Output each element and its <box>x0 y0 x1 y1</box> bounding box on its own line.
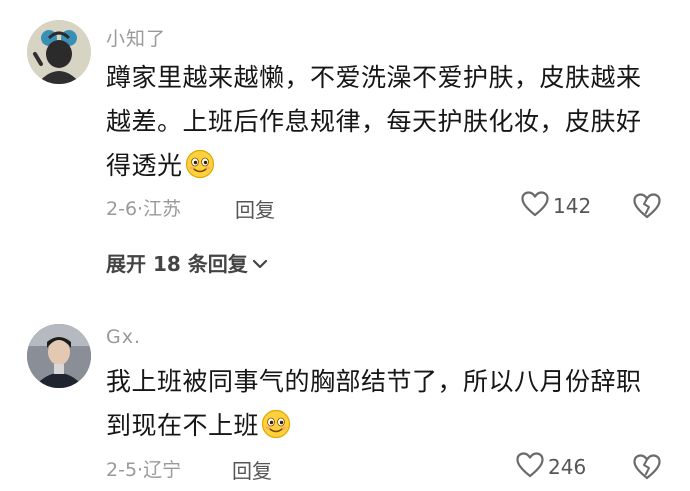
expand-replies-label: 展开 18 条回复 <box>106 252 248 276</box>
reply-button[interactable]: 回复 <box>232 455 272 484</box>
broken-heart-icon[interactable] <box>632 453 662 481</box>
like-count: 142 <box>553 194 592 218</box>
comment-item: 小知了 蹲家里越来越懒，不爱洗澡不爱护肤，皮肤越来越差。上班后作息规律，每天护肤… <box>0 0 690 300</box>
comment-meta: 2-5·辽宁 <box>106 455 181 482</box>
comment-author[interactable]: 小知了 <box>106 24 166 51</box>
avatar-photo <box>27 324 91 388</box>
chevron-down-icon <box>248 251 268 275</box>
comment-item: Gx. 我上班被同事气的胸部结节了，所以八月份辞职到现在不上班 2-5·辽宁 回… <box>0 300 690 491</box>
heart-outline-icon <box>521 191 549 221</box>
like-button[interactable]: 142 <box>521 191 591 221</box>
smiling-face-emoji-icon <box>261 409 291 439</box>
avatar-illustration <box>27 20 91 84</box>
comment-text: 蹲家里越来越懒，不爱洗澡不爱护肤，皮肤越来越差。上班后作息规律，每天护肤化妆，皮… <box>106 56 666 188</box>
comment-date: 2-6 <box>106 198 138 220</box>
comment-author[interactable]: Gx. <box>106 326 141 348</box>
broken-heart-icon[interactable] <box>632 192 662 220</box>
expand-replies-button[interactable]: 展开 18 条回复 <box>106 248 268 277</box>
heart-outline-icon <box>516 452 544 482</box>
comment-location: 江苏 <box>143 198 182 220</box>
avatar[interactable] <box>27 324 91 388</box>
comment-date: 2-5 <box>106 459 138 481</box>
like-count: 246 <box>548 455 587 479</box>
like-button[interactable]: 246 <box>516 452 586 482</box>
smiling-face-emoji-icon <box>185 149 215 179</box>
avatar[interactable] <box>27 20 91 84</box>
comment-meta: 2-6·江苏 <box>106 194 181 221</box>
comment-location: 辽宁 <box>143 459 182 481</box>
comment-text-content: 我上班被同事气的胸部结节了，所以八月份辞职到现在不上班 <box>106 367 642 440</box>
comment-text: 我上班被同事气的胸部结节了，所以八月份辞职到现在不上班 <box>106 360 666 448</box>
reply-button[interactable]: 回复 <box>235 194 275 223</box>
